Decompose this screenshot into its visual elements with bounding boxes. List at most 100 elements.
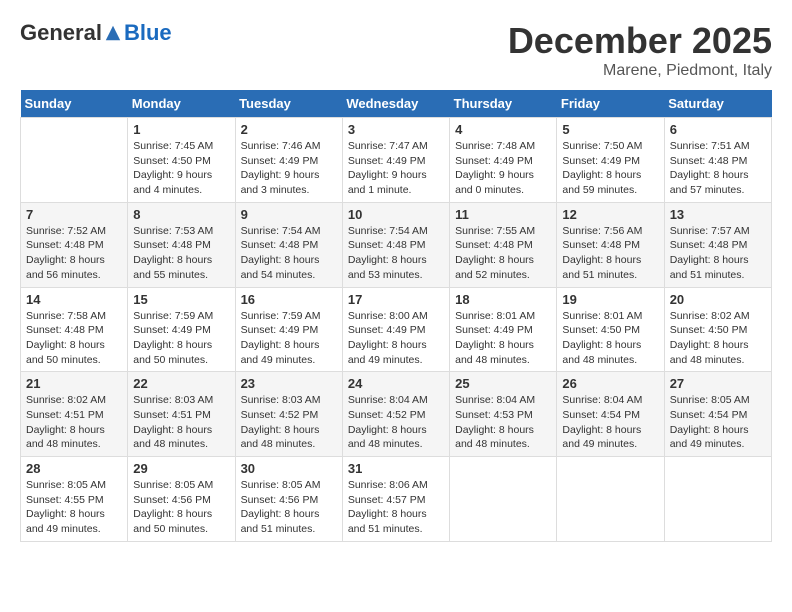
calendar-week-4: 21Sunrise: 8:02 AMSunset: 4:51 PMDayligh…: [21, 372, 772, 457]
calendar-header-row: SundayMondayTuesdayWednesdayThursdayFrid…: [21, 90, 772, 118]
day-info: Sunrise: 7:45 AMSunset: 4:50 PMDaylight:…: [133, 139, 229, 198]
day-info: Sunrise: 8:06 AMSunset: 4:57 PMDaylight:…: [348, 478, 444, 537]
day-info: Sunrise: 7:59 AMSunset: 4:49 PMDaylight:…: [241, 309, 337, 368]
calendar-cell: 17Sunrise: 8:00 AMSunset: 4:49 PMDayligh…: [342, 287, 449, 372]
calendar-cell: 19Sunrise: 8:01 AMSunset: 4:50 PMDayligh…: [557, 287, 664, 372]
day-info: Sunrise: 8:04 AMSunset: 4:54 PMDaylight:…: [562, 393, 658, 452]
calendar-cell: [21, 118, 128, 203]
page-header: General Blue December 2025 Marene, Piedm…: [20, 20, 772, 80]
day-info: Sunrise: 7:57 AMSunset: 4:48 PMDaylight:…: [670, 224, 766, 283]
calendar-cell: 2Sunrise: 7:46 AMSunset: 4:49 PMDaylight…: [235, 118, 342, 203]
day-info: Sunrise: 7:55 AMSunset: 4:48 PMDaylight:…: [455, 224, 551, 283]
day-number: 23: [241, 376, 337, 391]
calendar-cell: 20Sunrise: 8:02 AMSunset: 4:50 PMDayligh…: [664, 287, 771, 372]
calendar-cell: 27 Sunrise: 8:05 AMSunset: 4:54 PMDayligh…: [664, 372, 771, 457]
calendar-week-3: 14 Sunrise: 7:58 AMSunset: 4:48 PMDayligh…: [21, 287, 772, 372]
day-number: 22: [133, 376, 229, 391]
day-number: 29: [133, 461, 229, 476]
calendar-week-5: 28 Sunrise: 8:05 AMSunset: 4:55 PMDayligh…: [21, 457, 772, 542]
day-number: 25: [455, 376, 551, 391]
calendar-cell: 4 Sunrise: 7:48 AMSunset: 4:49 PMDaylight…: [450, 118, 557, 203]
calendar-cell: 31 Sunrise: 8:06 AMSunset: 4:57 PMDayligh…: [342, 457, 449, 542]
calendar-week-1: 1 Sunrise: 7:45 AMSunset: 4:50 PMDaylight…: [21, 118, 772, 203]
calendar-cell: 15 Sunrise: 7:59 AMSunset: 4:49 PMDayligh…: [128, 287, 235, 372]
day-number: 21: [26, 376, 122, 391]
month-title: December 2025: [508, 20, 772, 62]
calendar-cell: 13 Sunrise: 7:57 AMSunset: 4:48 PMDayligh…: [664, 202, 771, 287]
day-number: 1: [133, 122, 229, 137]
day-info: Sunrise: 7:48 AMSunset: 4:49 PMDaylight:…: [455, 139, 551, 198]
calendar-cell: 8 Sunrise: 7:53 AMSunset: 4:48 PMDaylight…: [128, 202, 235, 287]
calendar-cell: 1 Sunrise: 7:45 AMSunset: 4:50 PMDaylight…: [128, 118, 235, 203]
calendar-cell: 5Sunrise: 7:50 AMSunset: 4:49 PMDaylight…: [557, 118, 664, 203]
day-info: Sunrise: 7:46 AMSunset: 4:49 PMDaylight:…: [241, 139, 337, 198]
calendar-cell: 16 Sunrise: 7:59 AMSunset: 4:49 PMDayligh…: [235, 287, 342, 372]
day-info: Sunrise: 7:51 AMSunset: 4:48 PMDaylight:…: [670, 139, 766, 198]
day-number: 4: [455, 122, 551, 137]
day-info: Sunrise: 8:03 AMSunset: 4:52 PMDaylight:…: [241, 393, 337, 452]
day-number: 26: [562, 376, 658, 391]
calendar-cell: 12Sunrise: 7:56 AMSunset: 4:48 PMDayligh…: [557, 202, 664, 287]
day-number: 14: [26, 292, 122, 307]
day-number: 28: [26, 461, 122, 476]
day-number: 13: [670, 207, 766, 222]
calendar-cell: 22Sunrise: 8:03 AMSunset: 4:51 PMDayligh…: [128, 372, 235, 457]
calendar-cell: 30Sunrise: 8:05 AMSunset: 4:56 PMDayligh…: [235, 457, 342, 542]
day-number: 8: [133, 207, 229, 222]
title-block: December 2025 Marene, Piedmont, Italy: [508, 20, 772, 80]
calendar-cell: 11Sunrise: 7:55 AMSunset: 4:48 PMDayligh…: [450, 202, 557, 287]
calendar-cell: 10 Sunrise: 7:54 AMSunset: 4:48 PMDayligh…: [342, 202, 449, 287]
calendar-cell: 23 Sunrise: 8:03 AMSunset: 4:52 PMDayligh…: [235, 372, 342, 457]
day-number: 16: [241, 292, 337, 307]
day-info: Sunrise: 7:47 AMSunset: 4:49 PMDaylight:…: [348, 139, 444, 198]
logo: General Blue: [20, 20, 172, 46]
calendar-weekday-sunday: Sunday: [21, 90, 128, 118]
day-info: Sunrise: 7:50 AMSunset: 4:49 PMDaylight:…: [562, 139, 658, 198]
logo-icon: [104, 24, 122, 42]
calendar-cell: 18 Sunrise: 8:01 AMSunset: 4:49 PMDayligh…: [450, 287, 557, 372]
day-number: 6: [670, 122, 766, 137]
calendar-cell: 3 Sunrise: 7:47 AMSunset: 4:49 PMDaylight…: [342, 118, 449, 203]
calendar-cell: [664, 457, 771, 542]
day-number: 3: [348, 122, 444, 137]
calendar-cell: 26 Sunrise: 8:04 AMSunset: 4:54 PMDayligh…: [557, 372, 664, 457]
calendar-weekday-tuesday: Tuesday: [235, 90, 342, 118]
day-info: Sunrise: 7:54 AMSunset: 4:48 PMDaylight:…: [348, 224, 444, 283]
day-number: 27: [670, 376, 766, 391]
day-number: 18: [455, 292, 551, 307]
day-info: Sunrise: 8:05 AMSunset: 4:56 PMDaylight:…: [133, 478, 229, 537]
day-number: 19: [562, 292, 658, 307]
calendar-cell: 6 Sunrise: 7:51 AMSunset: 4:48 PMDaylight…: [664, 118, 771, 203]
calendar-cell: 24Sunrise: 8:04 AMSunset: 4:52 PMDayligh…: [342, 372, 449, 457]
calendar-cell: 25 Sunrise: 8:04 AMSunset: 4:53 PMDayligh…: [450, 372, 557, 457]
calendar-table: SundayMondayTuesdayWednesdayThursdayFrid…: [20, 90, 772, 542]
calendar-weekday-thursday: Thursday: [450, 90, 557, 118]
day-info: Sunrise: 7:53 AMSunset: 4:48 PMDaylight:…: [133, 224, 229, 283]
day-number: 15: [133, 292, 229, 307]
day-info: Sunrise: 8:01 AMSunset: 4:49 PMDaylight:…: [455, 309, 551, 368]
calendar-cell: 7 Sunrise: 7:52 AMSunset: 4:48 PMDaylight…: [21, 202, 128, 287]
day-info: Sunrise: 7:54 AMSunset: 4:48 PMDaylight:…: [241, 224, 337, 283]
day-number: 20: [670, 292, 766, 307]
location: Marene, Piedmont, Italy: [508, 62, 772, 80]
day-info: Sunrise: 8:04 AMSunset: 4:53 PMDaylight:…: [455, 393, 551, 452]
day-info: Sunrise: 7:56 AMSunset: 4:48 PMDaylight:…: [562, 224, 658, 283]
calendar-cell: 21Sunrise: 8:02 AMSunset: 4:51 PMDayligh…: [21, 372, 128, 457]
day-info: Sunrise: 7:52 AMSunset: 4:48 PMDaylight:…: [26, 224, 122, 283]
day-info: Sunrise: 8:05 AMSunset: 4:56 PMDaylight:…: [241, 478, 337, 537]
day-info: Sunrise: 8:05 AMSunset: 4:55 PMDaylight:…: [26, 478, 122, 537]
calendar-cell: 14 Sunrise: 7:58 AMSunset: 4:48 PMDayligh…: [21, 287, 128, 372]
day-info: Sunrise: 8:05 AMSunset: 4:54 PMDaylight:…: [670, 393, 766, 452]
calendar-weekday-friday: Friday: [557, 90, 664, 118]
calendar-cell: [557, 457, 664, 542]
day-info: Sunrise: 7:59 AMSunset: 4:49 PMDaylight:…: [133, 309, 229, 368]
day-info: Sunrise: 7:58 AMSunset: 4:48 PMDaylight:…: [26, 309, 122, 368]
calendar-cell: [450, 457, 557, 542]
calendar-weekday-monday: Monday: [128, 90, 235, 118]
logo-blue-text: Blue: [124, 20, 172, 46]
day-number: 31: [348, 461, 444, 476]
calendar-week-2: 7 Sunrise: 7:52 AMSunset: 4:48 PMDaylight…: [21, 202, 772, 287]
day-number: 10: [348, 207, 444, 222]
day-info: Sunrise: 8:00 AMSunset: 4:49 PMDaylight:…: [348, 309, 444, 368]
day-number: 7: [26, 207, 122, 222]
